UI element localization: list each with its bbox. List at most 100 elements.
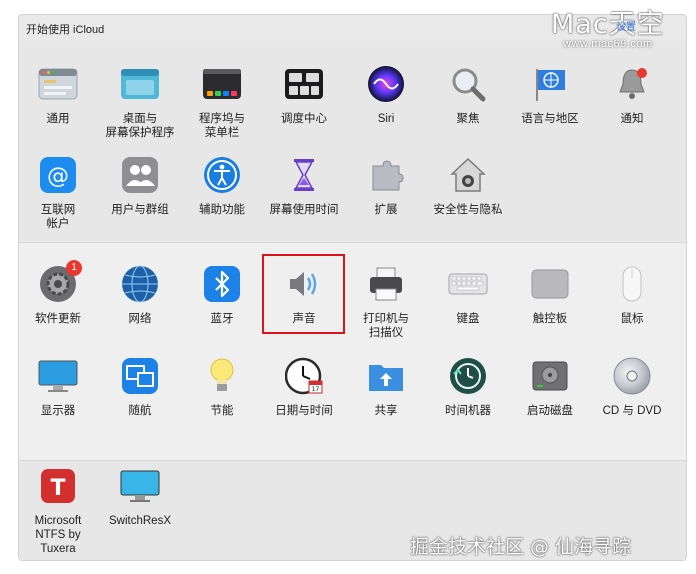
pane-switchresx[interactable]: SwitchResX	[99, 466, 181, 528]
pane-label: Siri	[377, 113, 395, 125]
pane-date-time[interactable]: 17 日期与时间	[263, 356, 345, 418]
pane-users-groups[interactable]: 用户与群组	[99, 155, 181, 217]
notifications-icon	[612, 64, 652, 104]
printer-icon	[366, 264, 406, 304]
pane-cd-dvd[interactable]: CD 与 DVD	[591, 356, 673, 418]
pane-label: SwitchResX	[109, 515, 171, 527]
pane-label: 屏幕使用时间	[269, 204, 339, 216]
pane-notifications[interactable]: 通知	[591, 64, 673, 126]
bluetooth-icon	[202, 264, 242, 304]
pane-sidecar[interactable]: 随航	[99, 356, 181, 418]
watermark-tag: 设置	[616, 22, 636, 33]
display-icon	[38, 356, 78, 396]
pane-startup-disk[interactable]: 启动磁盘	[509, 356, 591, 418]
sound-highlight-box	[262, 254, 345, 334]
desktop-icon	[120, 64, 160, 104]
pane-energy[interactable]: 节能	[181, 356, 263, 418]
pane-mission-control[interactable]: 调度中心	[263, 64, 345, 126]
spotlight-icon	[448, 64, 488, 104]
pane-extensions[interactable]: 扩展	[345, 155, 427, 217]
pane-label: 共享	[374, 405, 398, 417]
update-count-badge: 1	[66, 260, 82, 276]
pane-spotlight[interactable]: 聚焦	[427, 64, 509, 126]
pane-label: 随航	[128, 405, 152, 417]
watermark-top: Mac天空 设置 www.mac69.com	[491, 0, 696, 60]
svg-text:@: @	[47, 164, 69, 189]
pane-internet-accounts[interactable]: @ 互联网 帐户	[17, 155, 99, 231]
pane-displays[interactable]: 显示器	[17, 356, 99, 418]
watermark-brand: Mac天空	[551, 9, 665, 40]
pane-label: 显示器	[40, 405, 76, 417]
extensions-icon	[366, 155, 406, 195]
pane-security[interactable]: 安全性与隐私	[427, 155, 509, 217]
watermark-bottom: 掘金技术社区 @ 仙海寻踪	[410, 536, 632, 558]
accessibility-icon	[202, 155, 242, 195]
pane-label: 日期与时间	[275, 405, 333, 417]
internet-accounts-icon: @	[38, 155, 78, 195]
pane-label: 鼠标	[620, 313, 644, 325]
energy-icon	[202, 356, 242, 396]
pane-label: 软件更新	[35, 313, 81, 325]
pane-label: 通用	[46, 113, 70, 125]
icloud-setup-link[interactable]: 开始使用 iCloud	[26, 21, 104, 37]
pane-label: 调度中心	[281, 113, 327, 125]
pane-label: 用户与群组	[111, 204, 169, 216]
pane-screen-time[interactable]: 屏幕使用时间	[263, 155, 345, 217]
users-icon	[120, 155, 160, 195]
software-update-icon: 1	[38, 260, 82, 304]
pane-label: 蓝牙	[210, 313, 234, 325]
mission-control-icon	[284, 64, 324, 104]
mouse-icon	[612, 264, 652, 304]
pane-bluetooth[interactable]: 蓝牙	[181, 264, 263, 326]
pane-label: 节能	[210, 405, 234, 417]
time-machine-icon	[448, 356, 488, 396]
pane-label: CD 与 DVD	[602, 405, 662, 417]
pane-tuxera-ntfs[interactable]: T Microsoft NTFS by Tuxera	[17, 466, 99, 556]
sharing-icon	[366, 356, 406, 396]
screen-time-icon	[284, 155, 324, 195]
pane-label: 通知	[620, 113, 644, 125]
pane-label: 启动磁盘	[527, 405, 573, 417]
clock-icon: 17	[284, 356, 324, 396]
pane-accessibility[interactable]: 辅助功能	[181, 155, 263, 217]
pane-software-update[interactable]: 1 软件更新	[17, 260, 99, 326]
pane-label: 聚焦	[456, 113, 480, 125]
pane-keyboard[interactable]: 键盘	[427, 264, 509, 326]
pane-sharing[interactable]: 共享	[345, 356, 427, 418]
pane-language[interactable]: 语言与地区	[509, 64, 591, 126]
pane-label: 桌面与 屏幕保护程序	[105, 113, 175, 139]
pane-siri[interactable]: Siri	[345, 64, 427, 126]
cd-dvd-icon	[612, 356, 652, 396]
pane-label: 安全性与隐私	[433, 204, 503, 216]
pane-label: 键盘	[456, 313, 480, 325]
pane-dock[interactable]: 程序坞与 菜单栏	[181, 64, 263, 140]
pane-general[interactable]: 通用	[17, 64, 99, 126]
siri-icon	[366, 64, 406, 104]
pane-label: 程序坞与 菜单栏	[199, 113, 245, 139]
pane-label: 触控板	[532, 313, 568, 325]
sidecar-icon	[120, 356, 160, 396]
svg-text:17: 17	[312, 386, 320, 393]
pane-label: 语言与地区	[521, 113, 579, 125]
switchresx-icon	[120, 466, 160, 506]
pane-label: 辅助功能	[199, 204, 245, 216]
security-icon	[448, 155, 488, 195]
pane-label: Microsoft NTFS by Tuxera	[34, 515, 82, 555]
svg-text:T: T	[50, 476, 65, 501]
network-icon	[120, 264, 160, 304]
language-icon	[530, 64, 570, 104]
keyboard-icon	[448, 264, 488, 304]
pane-printers[interactable]: 打印机与 扫描仪	[345, 264, 427, 340]
pane-label: 扩展	[374, 204, 398, 216]
pane-network[interactable]: 网络	[99, 264, 181, 326]
pane-label: 互联网 帐户	[40, 204, 76, 230]
pane-trackpad[interactable]: 触控板	[509, 264, 591, 326]
startup-disk-icon	[530, 356, 570, 396]
watermark-url: www.mac69.com	[563, 38, 653, 50]
pane-desktop[interactable]: 桌面与 屏幕保护程序	[99, 64, 181, 140]
pane-mouse[interactable]: 鼠标	[591, 264, 673, 326]
pane-label: 打印机与 扫描仪	[363, 313, 409, 339]
trackpad-icon	[530, 264, 570, 304]
general-icon	[38, 64, 78, 104]
pane-time-machine[interactable]: 时间机器	[427, 356, 509, 418]
